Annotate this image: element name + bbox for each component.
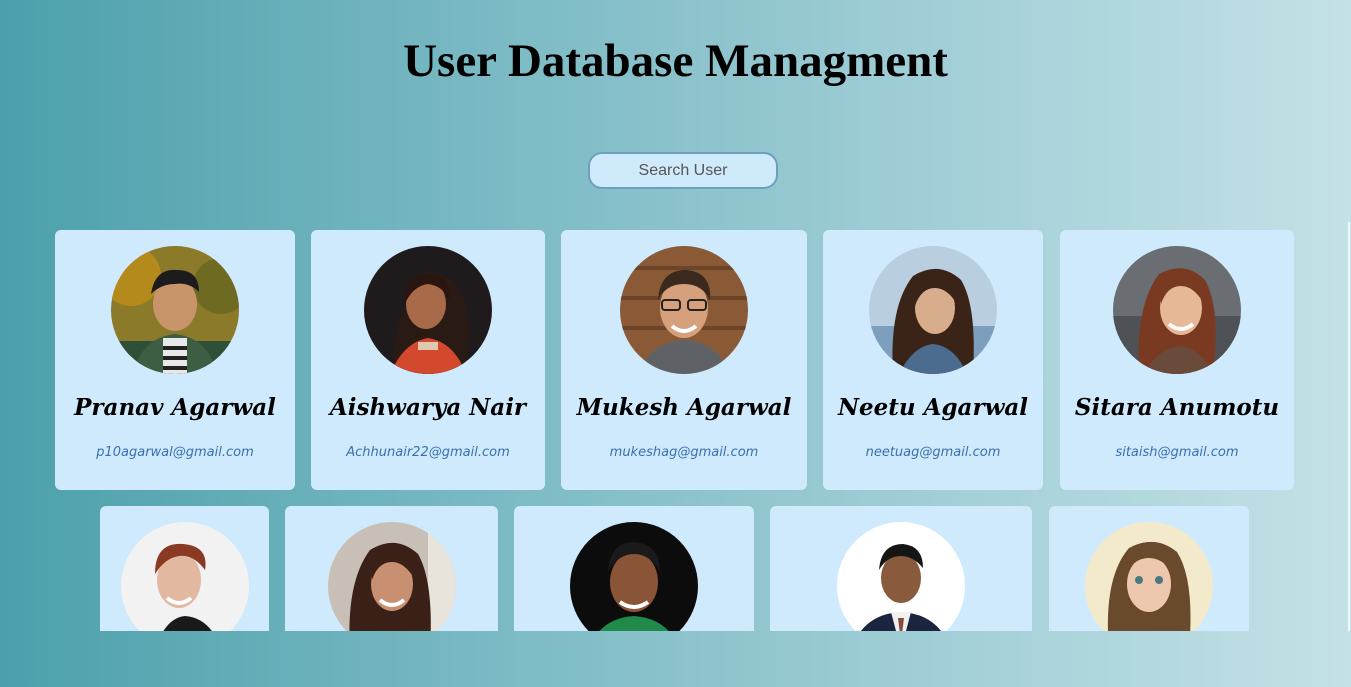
user-name: Mukesh Agarwal [576, 394, 792, 421]
user-card[interactable] [514, 506, 754, 631]
user-name: Aishwarya Nair [329, 394, 527, 421]
user-avatar [121, 522, 249, 631]
user-name: Pranav Agarwal [74, 394, 276, 421]
user-avatar [111, 246, 239, 374]
user-card[interactable]: Pranav Agarwal p10agarwal@gmail.com [55, 230, 295, 490]
user-card[interactable]: Mukesh Agarwal mukeshag@gmail.com [561, 230, 807, 490]
user-email: Achhunair22@gmail.com [346, 445, 510, 460]
scroll-edge [1348, 222, 1350, 631]
user-avatar [1085, 522, 1213, 631]
user-card-grid: Pranav Agarwal p10agarwal@gmail.com Aish… [0, 0, 1351, 631]
user-card[interactable]: Sitara Anumotu sitaish@gmail.com [1060, 230, 1294, 490]
user-card[interactable]: Aishwarya Nair Achhunair22@gmail.com [311, 230, 545, 490]
user-avatar [620, 246, 748, 374]
user-email: p10agarwal@gmail.com [96, 445, 254, 460]
user-email: mukeshag@gmail.com [609, 445, 759, 460]
user-avatar [837, 522, 965, 631]
user-email: sitaish@gmail.com [1115, 445, 1239, 460]
user-avatar [328, 522, 456, 631]
user-avatar [869, 246, 997, 374]
user-avatar [570, 522, 698, 631]
user-card[interactable] [285, 506, 498, 631]
user-avatar [364, 246, 492, 374]
user-name: Sitara Anumotu [1074, 394, 1280, 421]
user-card[interactable] [770, 506, 1032, 631]
user-email: neetuag@gmail.com [865, 445, 1001, 460]
user-card[interactable]: Neetu Agarwal neetuag@gmail.com [823, 230, 1043, 490]
user-card[interactable] [100, 506, 269, 631]
user-name: Neetu Agarwal [837, 394, 1029, 421]
user-card[interactable] [1049, 506, 1249, 631]
user-avatar [1113, 246, 1241, 374]
